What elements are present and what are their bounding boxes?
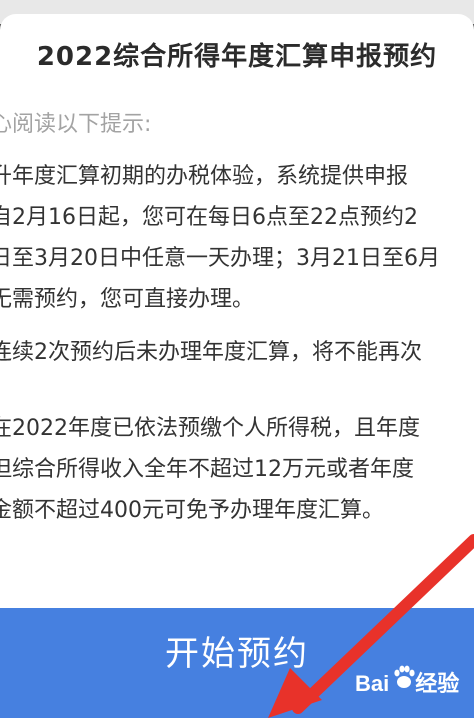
notice-line: 自2月16日起，您可在每日6点至22点预约2 (0, 205, 418, 230)
notice-paragraph-exemption: 在2022年度已依法预缴个人所得税，且年度 但综合所得收入全年不超过12万元或者… (0, 408, 420, 531)
notice-paragraph-warning: 连续2次预约后未办理年度汇算，将不能再次 (0, 332, 422, 373)
reservation-dialog: 2022综合所得年度汇算申报预约 心阅读以下提示: 升年度汇算初期的办税体验，系… (0, 14, 474, 718)
notice-line: 日至3月20日中任意一天办理；3月21日至6月 (0, 246, 440, 271)
notice-intro: 心阅读以下提示: (0, 112, 152, 137)
notice-line: 无需预约，您可直接办理。 (0, 287, 255, 312)
notice-line: 在2022年度已依法预缴个人所得税，且年度 (0, 416, 420, 441)
notice-line: 金额不超过400元可免予办理年度汇算。 (0, 498, 384, 523)
dialog-title: 2022综合所得年度汇算申报预约 (36, 42, 438, 72)
notice-line: 但综合所得收入全年不超过12万元或者年度 (0, 457, 414, 482)
notice-line: 连续2次预约后未办理年度汇算，将不能再次 (0, 340, 422, 365)
baidu-watermark: Bai 经验 (355, 662, 465, 702)
paw-icon (394, 665, 415, 688)
notice-line: 升年度汇算初期的办税体验，系统提供申报 (0, 164, 409, 189)
notice-paragraph-schedule: 升年度汇算初期的办税体验，系统提供申报 自2月16日起，您可在每日6点至22点预… (0, 156, 440, 320)
